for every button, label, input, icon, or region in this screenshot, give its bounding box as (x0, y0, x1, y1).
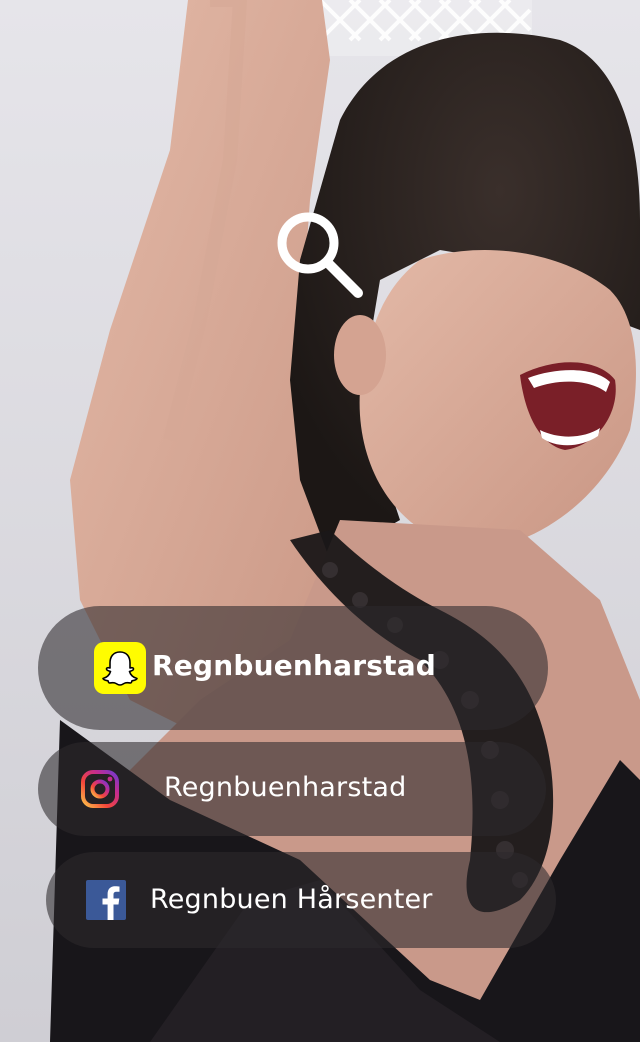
snapchat-icon (94, 642, 146, 694)
facebook-icon (86, 880, 126, 920)
instagram-link-button[interactable]: Regnbuenharstad (38, 742, 546, 836)
snapchat-link-button[interactable]: Regnbuenharstad (38, 606, 548, 730)
facebook-label: Regnbuen Hårsenter (150, 884, 433, 915)
instagram-label: Regnbuenharstad (164, 772, 407, 803)
instagram-icon (81, 770, 119, 808)
facebook-link-button[interactable]: Regnbuen Hårsenter (46, 852, 556, 948)
snapchat-label: Regnbuenharstad (152, 649, 437, 682)
app-screen: Regnbuenharstad Regnbuenharstad Regnbuen… (0, 0, 640, 1042)
search-icon[interactable] (270, 205, 370, 305)
